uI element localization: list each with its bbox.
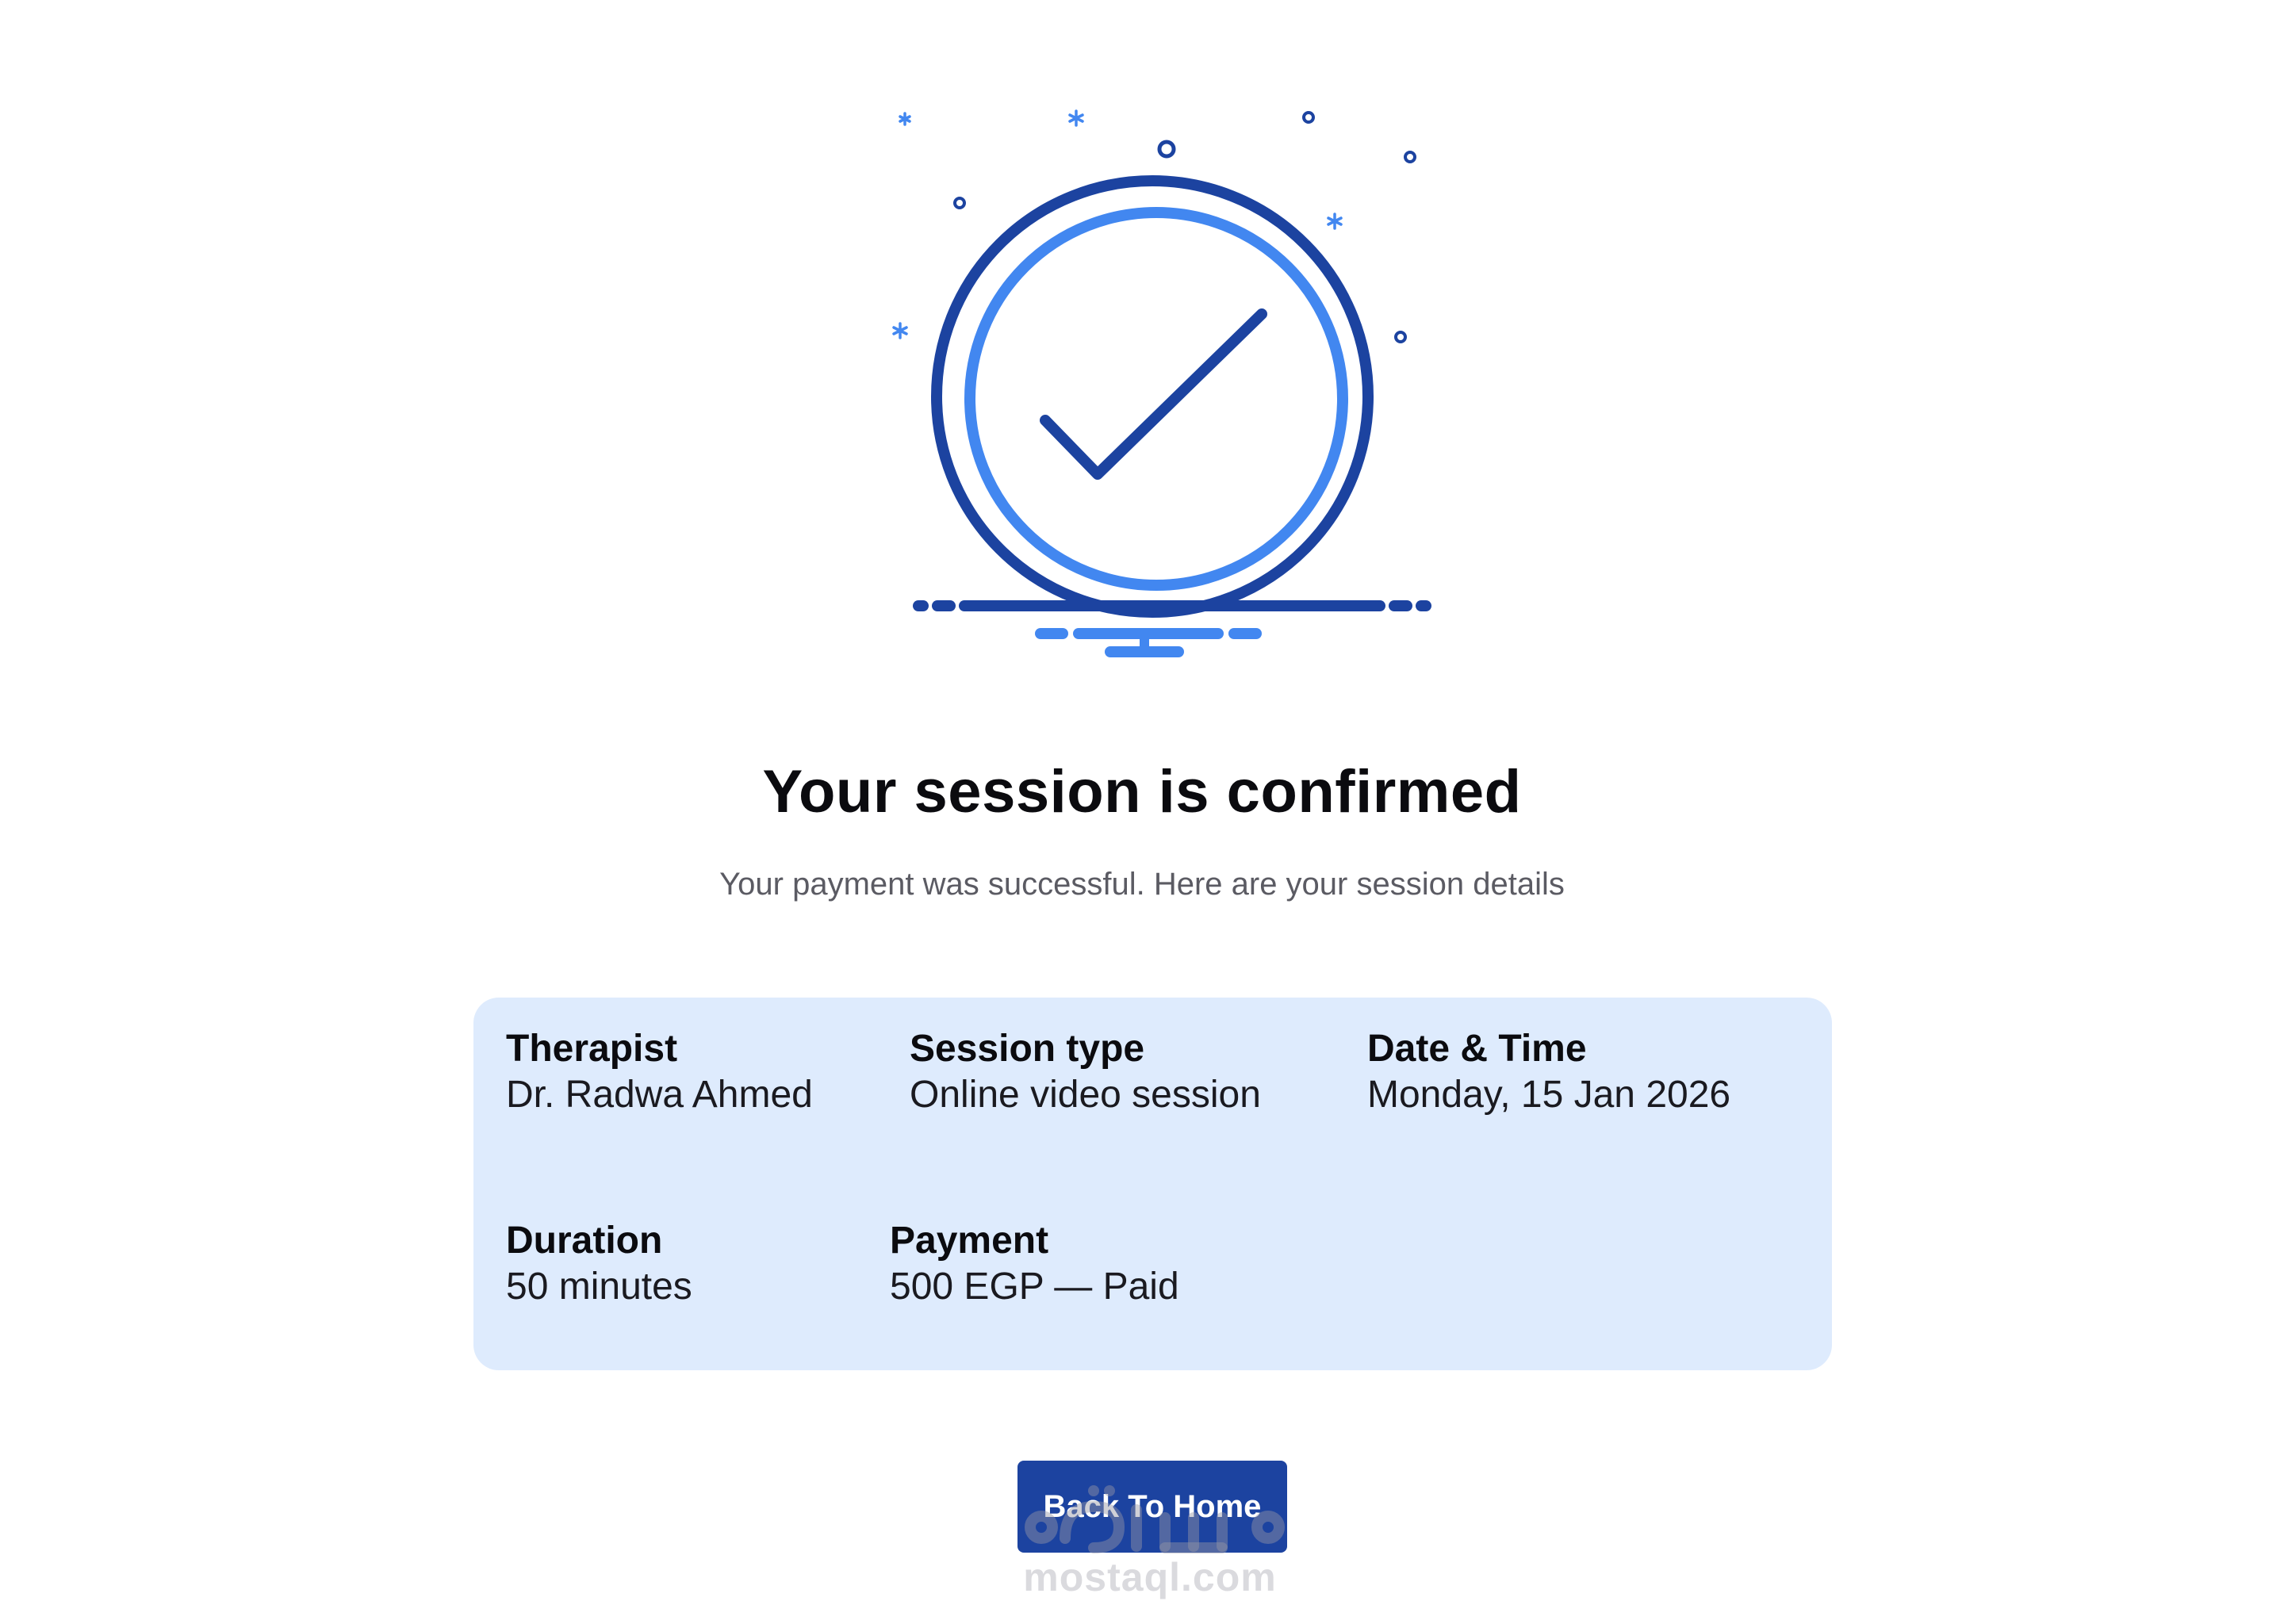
- watermark-text: mostaql.com: [1023, 1555, 1277, 1599]
- back-to-home-button[interactable]: Back To Home: [1017, 1461, 1287, 1553]
- check-circle-icon: [892, 109, 1431, 657]
- session-type-value: Online video session: [910, 1074, 1261, 1116]
- payment-value: 500 EGP — Paid: [890, 1266, 1179, 1308]
- therapist-label: Therapist: [506, 1028, 678, 1070]
- payment-label: Payment: [890, 1220, 1049, 1262]
- page-subtitle: Your payment was successful. Here are yo…: [719, 867, 1565, 902]
- session-details-card: Therapist Dr. Radwa Ahmed Session type O…: [473, 998, 1832, 1370]
- duration-value: 50 minutes: [506, 1266, 692, 1308]
- page-title: Your session is confirmed: [762, 758, 1522, 825]
- therapist-value: Dr. Radwa Ahmed: [506, 1074, 813, 1116]
- success-illustration: [856, 95, 1459, 682]
- session-type-label: Session type: [910, 1028, 1145, 1070]
- therapist-field: Therapist Dr. Radwa Ahmed: [506, 1026, 813, 1118]
- session-type-field: Session type Online video session: [910, 1026, 1261, 1118]
- date-time-value: Monday, 15 Jan 2026: [1367, 1074, 1731, 1116]
- payment-field: Payment 500 EGP — Paid: [890, 1218, 1179, 1310]
- date-time-label: Date & Time: [1367, 1028, 1587, 1070]
- date-time-field: Date & Time Monday, 15 Jan 2026: [1367, 1026, 1730, 1118]
- duration-field: Duration 50 minutes: [506, 1218, 692, 1310]
- duration-label: Duration: [506, 1220, 663, 1262]
